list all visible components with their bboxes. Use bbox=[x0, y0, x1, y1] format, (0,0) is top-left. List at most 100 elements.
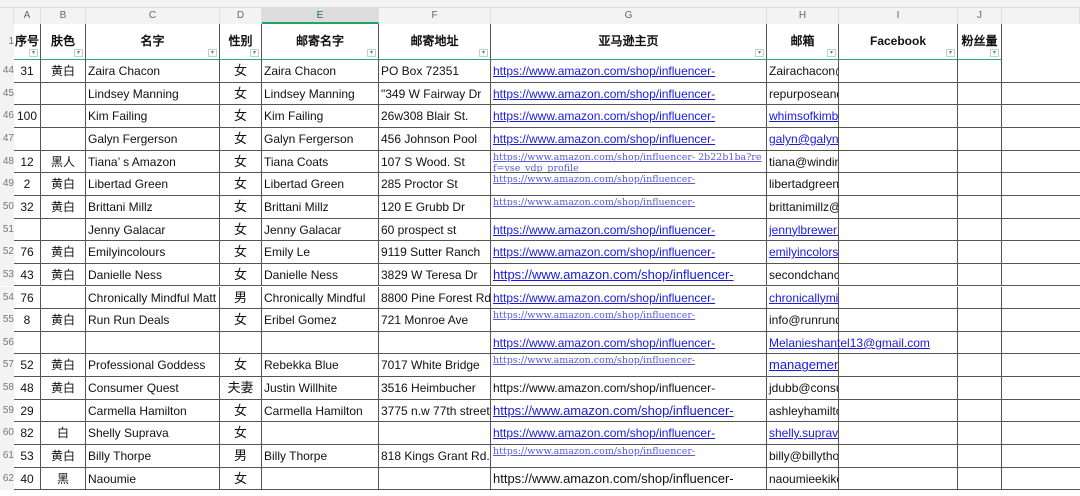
email-cell[interactable]: brittanimillz@gma bbox=[767, 195, 839, 219]
email-cell[interactable]: jdubb@consumer bbox=[767, 377, 839, 400]
cell-addr[interactable] bbox=[379, 331, 491, 355]
cell-mail-name[interactable]: Emily Le bbox=[262, 241, 379, 264]
cell-extra[interactable] bbox=[1002, 445, 1080, 468]
cell-addr[interactable]: 456 Johnson Pool bbox=[379, 127, 491, 151]
cell-mail-name[interactable]: Kim Failing bbox=[262, 105, 379, 128]
cell-i[interactable] bbox=[839, 331, 958, 355]
cell-skin[interactable]: 黄白 bbox=[41, 309, 86, 332]
amazon-link[interactable]: https://www.amazon.com/shop/influencer- bbox=[491, 377, 767, 400]
cell-gender[interactable] bbox=[220, 331, 262, 355]
cell-seq[interactable]: 29 bbox=[14, 399, 41, 423]
cell-mail-name[interactable] bbox=[262, 422, 379, 446]
cell-seq[interactable]: 52 bbox=[14, 354, 41, 378]
cell-name[interactable]: Brittani Millz bbox=[86, 195, 220, 219]
email-cell[interactable]: whimsofkimblog@g bbox=[767, 105, 839, 128]
cell-i[interactable] bbox=[839, 60, 958, 83]
cell-j[interactable] bbox=[958, 263, 1002, 287]
header-cell-d[interactable]: 性别 ▾ bbox=[220, 24, 262, 60]
cell-mail-name[interactable]: Libertad Green bbox=[262, 173, 379, 196]
cell-i[interactable] bbox=[839, 195, 958, 219]
header-cell-b[interactable]: 肤色 ▾ bbox=[41, 24, 86, 60]
column-header-e[interactable]: E bbox=[262, 8, 379, 24]
cell-skin[interactable] bbox=[41, 82, 86, 106]
cell-mail-name[interactable]: Rebekka Blue bbox=[262, 354, 379, 378]
cell-name[interactable]: Chronically Mindful Matt bbox=[86, 286, 220, 310]
cell-seq[interactable]: 53 bbox=[14, 445, 41, 468]
cell-seq[interactable]: 43 bbox=[14, 263, 41, 287]
cell-extra[interactable] bbox=[1002, 354, 1080, 378]
cell-seq[interactable] bbox=[14, 218, 41, 242]
amazon-link[interactable]: https://www.amazon.com/shop/influencer- bbox=[491, 286, 767, 310]
cell-skin[interactable] bbox=[41, 218, 86, 242]
cell-addr[interactable]: 7017 White Bridge bbox=[379, 354, 491, 378]
cell-gender[interactable]: 女 bbox=[220, 105, 262, 128]
cell-addr[interactable]: 3775 n.w 77th street bbox=[379, 399, 491, 423]
email-cell[interactable]: ashleyhamilton33 bbox=[767, 399, 839, 423]
cell-j[interactable] bbox=[958, 173, 1002, 196]
header-cell-c[interactable]: 名字 ▾ bbox=[86, 24, 220, 60]
row-number-header[interactable]: 1 bbox=[0, 24, 14, 60]
email-cell[interactable]: info@runrundeals. bbox=[767, 309, 839, 332]
cell-mail-name[interactable]: Chronically Mindful bbox=[262, 286, 379, 310]
cell-addr[interactable]: 26w308 Blair St. bbox=[379, 105, 491, 128]
amazon-link[interactable]: https://www.amazon.com/shop/influencer- bbox=[491, 105, 767, 128]
amazon-link[interactable]: https://www.amazon.com/shop/influencer- bbox=[491, 195, 767, 219]
cell-mail-name[interactable]: Brittani Millz bbox=[262, 195, 379, 219]
cell-extra[interactable] bbox=[1002, 128, 1080, 151]
cell-extra[interactable] bbox=[1002, 60, 1080, 83]
cell-skin[interactable] bbox=[41, 286, 86, 310]
cell-i[interactable] bbox=[839, 445, 958, 468]
cell-mail-name[interactable]: Lindsey Manning bbox=[262, 82, 379, 106]
row-number[interactable]: 61 bbox=[0, 445, 14, 468]
cell-addr[interactable]: 721 Monroe Ave bbox=[379, 309, 491, 332]
row-number[interactable]: 45 bbox=[0, 82, 14, 106]
cell-seq[interactable]: 8 bbox=[14, 309, 41, 332]
cell-j[interactable] bbox=[958, 150, 1002, 174]
cell-mail-name[interactable]: Justin Willhite bbox=[262, 377, 379, 400]
cell-addr[interactable] bbox=[379, 467, 491, 491]
header-cell-e[interactable]: 邮寄名字 ▾ bbox=[262, 24, 379, 60]
cell-seq[interactable]: 76 bbox=[14, 241, 41, 264]
cell-addr[interactable]: 9119 Sutter Ranch bbox=[379, 241, 491, 264]
email-cell[interactable]: secondchanceoha bbox=[767, 263, 839, 287]
cell-gender[interactable]: 女 bbox=[220, 241, 262, 264]
cell-name[interactable]: Kim Failing bbox=[86, 105, 220, 128]
cell-skin[interactable] bbox=[41, 399, 86, 423]
row-number[interactable]: 52 bbox=[0, 241, 14, 264]
cell-i[interactable] bbox=[839, 422, 958, 446]
email-cell[interactable]: naoumieekiko@y bbox=[767, 467, 839, 491]
column-header-f[interactable]: F bbox=[379, 8, 491, 24]
cell-seq[interactable]: 100 bbox=[14, 105, 41, 128]
cell-seq[interactable]: 40 bbox=[14, 467, 41, 491]
cell-name[interactable]: Carmella Hamilton bbox=[86, 399, 220, 423]
cell-name[interactable]: Libertad Green bbox=[86, 173, 220, 196]
filter-dropdown-icon[interactable]: ▾ bbox=[29, 49, 38, 57]
row-number[interactable]: 47 bbox=[0, 127, 14, 151]
row-number[interactable]: 51 bbox=[0, 218, 14, 242]
row-number[interactable]: 58 bbox=[0, 377, 14, 400]
row-number[interactable]: 54 bbox=[0, 286, 14, 310]
column-header-b[interactable]: B bbox=[41, 8, 86, 24]
row-number[interactable]: 60 bbox=[0, 422, 14, 446]
cell-extra[interactable] bbox=[1002, 400, 1080, 423]
cell-j[interactable] bbox=[958, 467, 1002, 491]
cell-addr[interactable]: 3829 W Teresa Dr bbox=[379, 263, 491, 287]
amazon-link[interactable]: https://www.amazon.com/shop/influencer- bbox=[491, 309, 767, 332]
cell-seq[interactable]: 31 bbox=[14, 60, 41, 83]
cell-seq[interactable]: 48 bbox=[14, 377, 41, 400]
cell-gender[interactable]: 男 bbox=[220, 445, 262, 468]
email-cell[interactable]: jennylbrewer@gmai bbox=[767, 218, 839, 242]
cell-addr[interactable] bbox=[379, 422, 491, 446]
cell-i[interactable] bbox=[839, 105, 958, 128]
cell-skin[interactable]: 黄白 bbox=[41, 445, 86, 468]
cell-j[interactable] bbox=[958, 354, 1002, 378]
filter-dropdown-icon[interactable]: ▾ bbox=[946, 49, 955, 57]
amazon-link[interactable]: https://www.amazon.com/shop/influencer- bbox=[491, 422, 767, 446]
cell-j[interactable] bbox=[958, 218, 1002, 242]
cell-skin[interactable] bbox=[41, 331, 86, 355]
amazon-link[interactable]: https://www.amazon.com/shop/influencer- bbox=[491, 127, 767, 151]
cell-i[interactable] bbox=[839, 467, 958, 491]
cell-name[interactable]: Shelly Suprava bbox=[86, 422, 220, 446]
cell-i[interactable] bbox=[839, 399, 958, 423]
cell-skin[interactable]: 黄白 bbox=[41, 195, 86, 219]
